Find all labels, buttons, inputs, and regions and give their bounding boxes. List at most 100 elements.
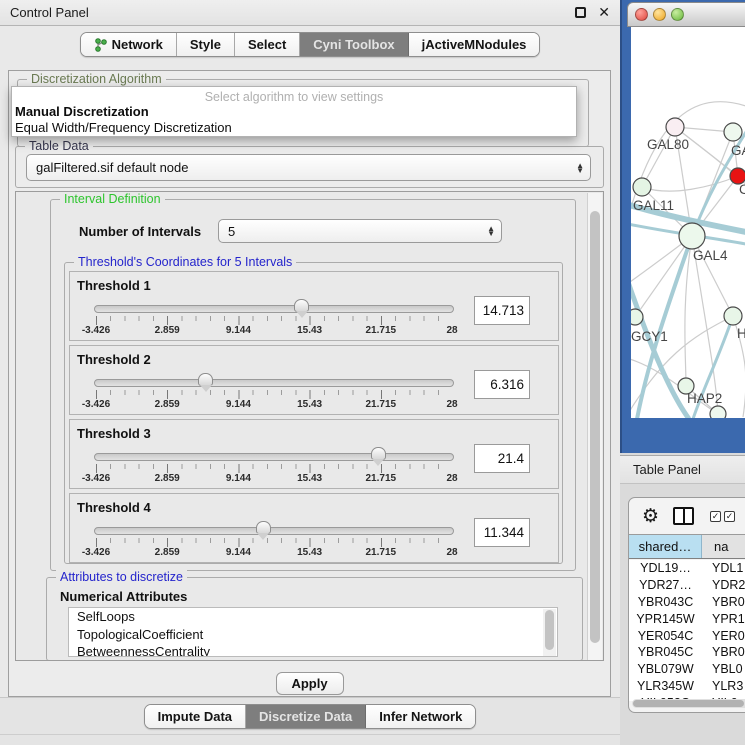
tick-label: 28 — [446, 325, 457, 336]
node-label: GAL4 — [693, 248, 728, 263]
threshold-2-slider-thumb[interactable] — [198, 373, 213, 386]
table-row[interactable]: YDR27…YDR2 — [629, 577, 745, 594]
tab-infer-network-label: Infer Network — [379, 709, 462, 724]
threshold-2-slider-track[interactable] — [94, 379, 454, 387]
cell: YBR043C — [629, 595, 702, 609]
gear-icon[interactable]: ⚙ — [642, 507, 659, 526]
tab-infer-network[interactable]: Infer Network — [366, 705, 475, 728]
close-icon[interactable]: ✕ — [598, 7, 610, 18]
network-node[interactable] — [679, 223, 705, 249]
table-row[interactable]: YDL19…YDL1 — [629, 560, 745, 577]
tick-label: 21.715 — [366, 325, 397, 336]
minimize-traffic-light-icon[interactable] — [653, 8, 666, 21]
threshold-4-value-field[interactable]: 11.344 — [474, 518, 530, 547]
checkbox-icon[interactable]: ✓ — [724, 511, 735, 522]
apply-button[interactable]: Apply — [276, 672, 344, 695]
tick-label: 2.859 — [155, 547, 180, 558]
threshold-1-value-field[interactable]: 14.713 — [474, 296, 530, 325]
network-node[interactable] — [724, 307, 742, 325]
list-item[interactable]: TopologicalCoefficient — [69, 626, 557, 644]
threshold-3-slider-track[interactable] — [94, 453, 454, 461]
tick-labels: -3.426 2.859 9.144 15.43 21.715 28 — [96, 473, 452, 485]
close-traffic-light-icon[interactable] — [635, 8, 648, 21]
cell: YBR0 — [702, 645, 745, 659]
node-label: C — [739, 182, 745, 197]
threshold-1-label: Threshold 1 — [77, 278, 151, 293]
tab-cyni-toolbox-label: Cyni Toolbox — [313, 37, 394, 52]
tick-label: 28 — [446, 399, 457, 410]
table-header-row: shared… na — [629, 534, 745, 559]
threshold-3-slider-thumb[interactable] — [371, 447, 386, 460]
table-data-combobox[interactable]: galFiltered.sif default node ▲▼ — [26, 154, 591, 181]
node-label: GCY1 — [631, 329, 668, 344]
network-node[interactable] — [666, 118, 684, 136]
network-node[interactable] — [633, 178, 651, 196]
tab-discretize-data[interactable]: Discretize Data — [246, 705, 366, 728]
column-header-name[interactable]: na — [702, 535, 745, 558]
tick-label: 2.859 — [155, 325, 180, 336]
list-scrollbar[interactable] — [543, 609, 556, 657]
tick-label: 2.859 — [155, 473, 180, 484]
threshold-4-slider-track[interactable] — [94, 527, 454, 535]
tick-label: 9.144 — [226, 547, 251, 558]
network-node[interactable] — [631, 309, 643, 325]
network-node[interactable] — [710, 406, 726, 418]
threshold-1-slider-track[interactable] — [94, 305, 454, 313]
tick-marks — [96, 316, 452, 325]
tick-label: 21.715 — [366, 399, 397, 410]
table-panel-title: Table Panel — [633, 462, 701, 477]
dropdown-option-manual[interactable]: Manual Discretization — [12, 104, 576, 120]
table-panel-card: ⚙ ✓ ✓ shared… na YDL19…YDL1 YDR27…YDR2 Y… — [628, 497, 745, 713]
tick-label: -3.426 — [82, 325, 110, 336]
tab-jactivemnodules[interactable]: jActiveMNodules — [409, 33, 540, 56]
table-row[interactable]: YLR345WYLR3 — [629, 678, 745, 695]
bottom-tab-strip: Impute Data Discretize Data Infer Networ… — [0, 697, 620, 745]
bottom-tabbar: Impute Data Discretize Data Infer Networ… — [0, 704, 620, 729]
float-window-icon[interactable] — [575, 7, 586, 18]
threshold-1-slider-thumb[interactable] — [294, 299, 309, 312]
threshold-2-value-field[interactable]: 6.316 — [474, 370, 530, 399]
right-side-panels: GAL80GAGAL11CGAL4GCY1HHAP2 Table Panel ⚙… — [620, 0, 745, 745]
dropdown-option-equal-width[interactable]: Equal Width/Frequency Discretization — [12, 120, 576, 136]
attributes-title: Attributes to discretize — [56, 570, 187, 584]
cell: YLR345W — [629, 679, 702, 693]
table-row[interactable]: YER054CYER0 — [629, 627, 745, 644]
cell: YDR2 — [702, 578, 745, 592]
checkbox-icon[interactable]: ✓ — [710, 511, 721, 522]
tab-network[interactable]: Network — [81, 33, 177, 56]
panel-title: Control Panel — [10, 5, 89, 20]
table-row[interactable]: YPR145WYPR1 — [629, 610, 745, 627]
network-canvas[interactable]: GAL80GAGAL11CGAL4GCY1HHAP2 — [631, 27, 745, 418]
cell: YPR1 — [702, 612, 745, 626]
network-node[interactable] — [724, 123, 742, 141]
tab-cyni-toolbox[interactable]: Cyni Toolbox — [300, 33, 408, 56]
threshold-3-label: Threshold 3 — [77, 426, 151, 441]
cyni-toolbox-panel: Discretization Algorithm ▲▼ Select algor… — [8, 70, 611, 697]
numerical-attributes-list[interactable]: SelfLoops TopologicalCoefficient Between… — [68, 607, 558, 657]
table-row[interactable]: YBR045CYBR0 — [629, 644, 745, 661]
threshold-4-slider-thumb[interactable] — [256, 521, 271, 534]
number-of-intervals-value: 5 — [228, 224, 235, 239]
tab-select[interactable]: Select — [235, 33, 300, 56]
tick-label: 15.43 — [297, 399, 322, 410]
scrollbar-thumb[interactable] — [590, 211, 600, 643]
tab-impute-data[interactable]: Impute Data — [145, 705, 246, 728]
split-columns-icon[interactable] — [673, 507, 694, 525]
zoom-traffic-light-icon[interactable] — [671, 8, 684, 21]
list-item[interactable]: SelfLoops — [69, 608, 557, 626]
dropdown-hint: Select algorithm to view settings — [12, 87, 576, 104]
table-row[interactable]: YBL079WYBL0 — [629, 661, 745, 678]
node-label: H — [737, 326, 745, 341]
algorithm-dropdown-popup: Select algorithm to view settings Manual… — [11, 86, 577, 137]
tab-style[interactable]: Style — [177, 33, 235, 56]
combo-stepper-icon: ▲▼ — [487, 226, 495, 236]
vertical-scrollbar[interactable] — [587, 193, 602, 661]
number-of-intervals-combobox[interactable]: 5 ▲▼ — [218, 219, 502, 243]
column-header-shared[interactable]: shared… — [629, 535, 702, 558]
tab-select-label: Select — [248, 37, 286, 52]
list-item[interactable]: BetweennessCentrality — [69, 643, 557, 657]
table-row[interactable]: YBR043CYBR0 — [629, 594, 745, 611]
horizontal-scrollbar[interactable] — [632, 699, 745, 708]
settings-scrollpane: Interval Definition Number of Intervals … — [15, 191, 604, 661]
threshold-3-value-field[interactable]: 21.4 — [474, 444, 530, 473]
